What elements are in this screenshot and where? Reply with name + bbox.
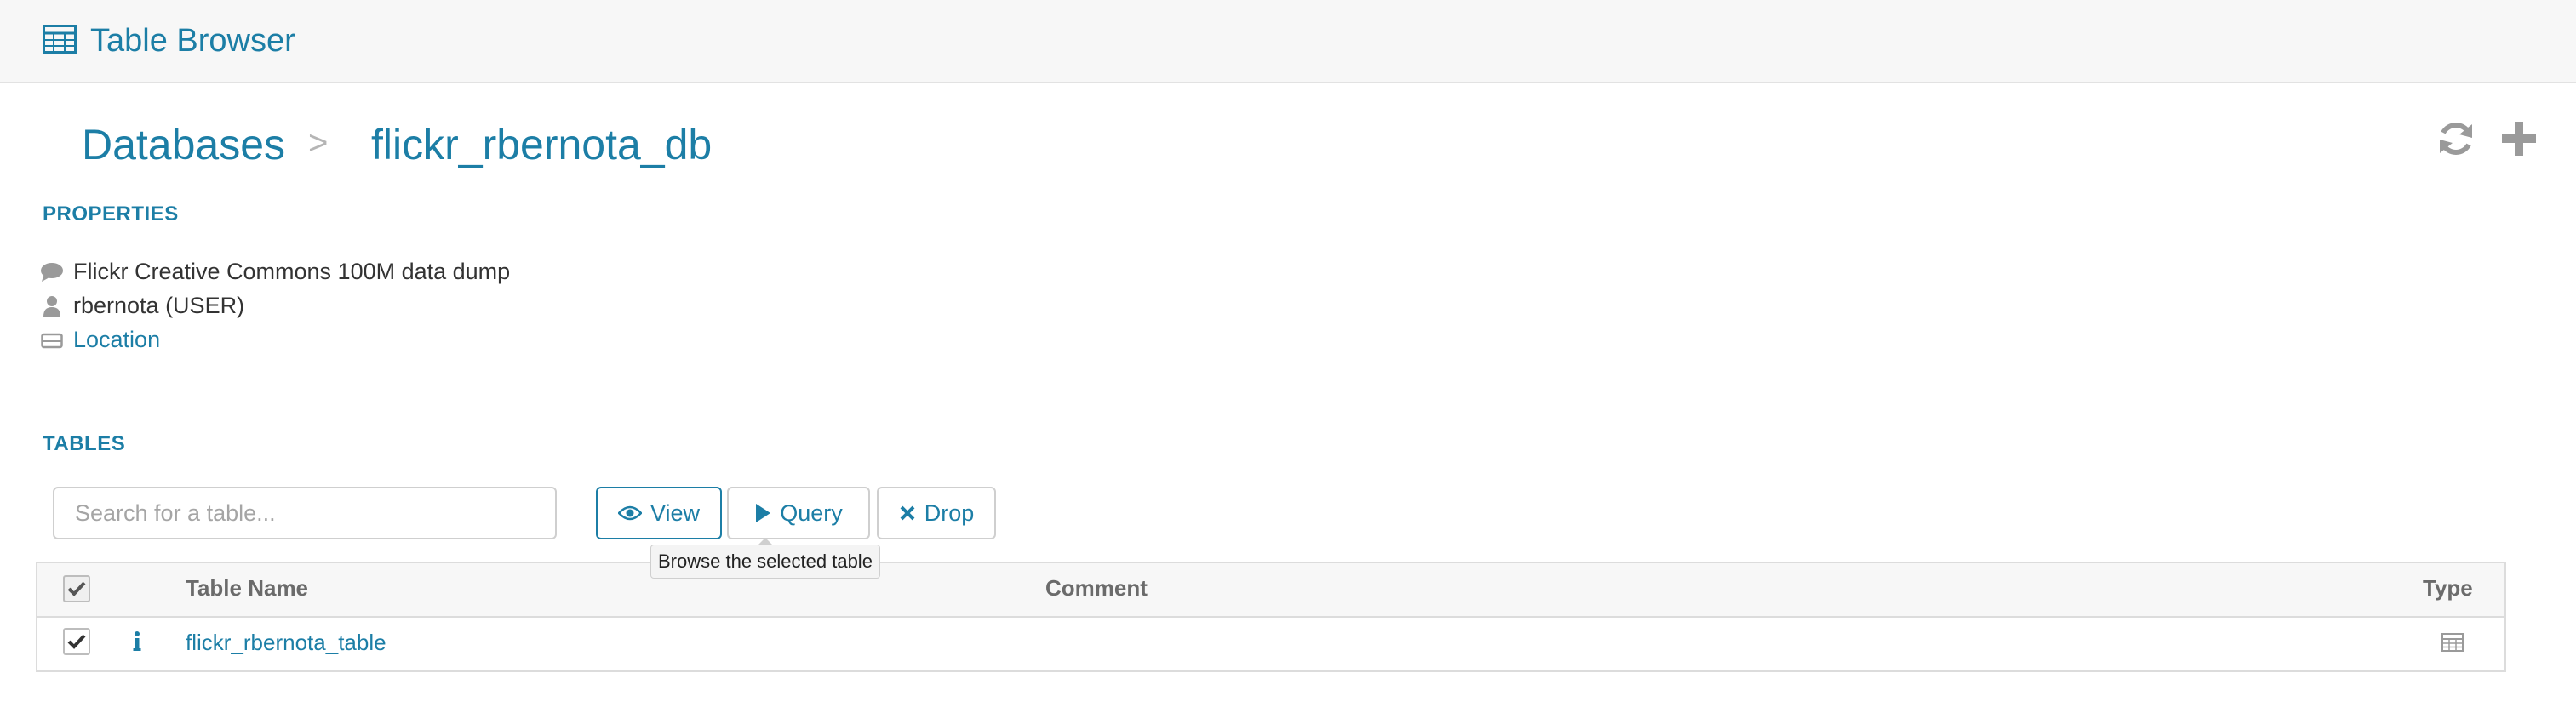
breadcrumb-separator: > xyxy=(308,124,329,162)
column-header-name[interactable]: Table Name xyxy=(186,575,308,602)
property-comment: Flickr Creative Commons 100M data dump xyxy=(39,259,510,285)
properties-heading: PROPERTIES xyxy=(43,202,179,225)
property-comment-text: Flickr Creative Commons 100M data dump xyxy=(73,259,511,284)
eye-icon xyxy=(617,505,642,522)
user-icon xyxy=(39,295,65,317)
refresh-icon[interactable] xyxy=(2436,119,2476,158)
breadcrumb-current-db[interactable]: flickr_rbernota_db xyxy=(371,117,712,172)
view-tooltip: Browse the selected table xyxy=(650,538,880,579)
hard-drive-icon xyxy=(39,331,65,350)
plus-icon[interactable] xyxy=(2499,119,2539,158)
tables-table: Table Name Comment Type flickr_rbernota_… xyxy=(36,562,2506,672)
table-name-link[interactable]: flickr_rbernota_table xyxy=(186,630,386,656)
play-icon xyxy=(754,503,771,523)
location-link[interactable]: Location xyxy=(73,327,160,353)
table-grid-icon xyxy=(2441,633,2464,656)
column-header-type[interactable]: Type xyxy=(2423,575,2473,602)
property-location: Location xyxy=(39,327,160,353)
table-grid-icon xyxy=(43,24,77,58)
table-header: Table Name Comment Type xyxy=(37,563,2504,618)
tables-heading: TABLES xyxy=(43,432,126,455)
table-search-input[interactable] xyxy=(53,487,557,539)
column-header-comment[interactable]: Comment xyxy=(1045,575,1148,602)
app-title-label: Table Browser xyxy=(90,23,295,59)
breadcrumb-databases[interactable]: Databases xyxy=(82,117,285,172)
select-all-checkbox[interactable] xyxy=(63,575,90,602)
view-button[interactable]: View xyxy=(596,487,722,539)
close-icon xyxy=(899,505,916,522)
page-actions xyxy=(2436,119,2539,158)
query-button[interactable]: Query xyxy=(727,487,870,539)
top-bar: Table Browser xyxy=(0,0,2576,83)
comment-icon xyxy=(39,262,65,282)
property-owner-text: rbernota (USER) xyxy=(73,293,245,318)
query-button-label: Query xyxy=(780,499,843,526)
drop-button[interactable]: Drop xyxy=(877,487,996,539)
row-checkbox[interactable] xyxy=(63,628,90,655)
property-owner: rbernota (USER) xyxy=(39,293,244,319)
view-button-label: View xyxy=(650,499,701,526)
info-icon[interactable] xyxy=(133,631,141,656)
app-title[interactable]: Table Browser xyxy=(43,19,295,63)
table-row[interactable]: flickr_rbernota_table xyxy=(37,618,2504,670)
drop-button-label: Drop xyxy=(924,499,975,526)
